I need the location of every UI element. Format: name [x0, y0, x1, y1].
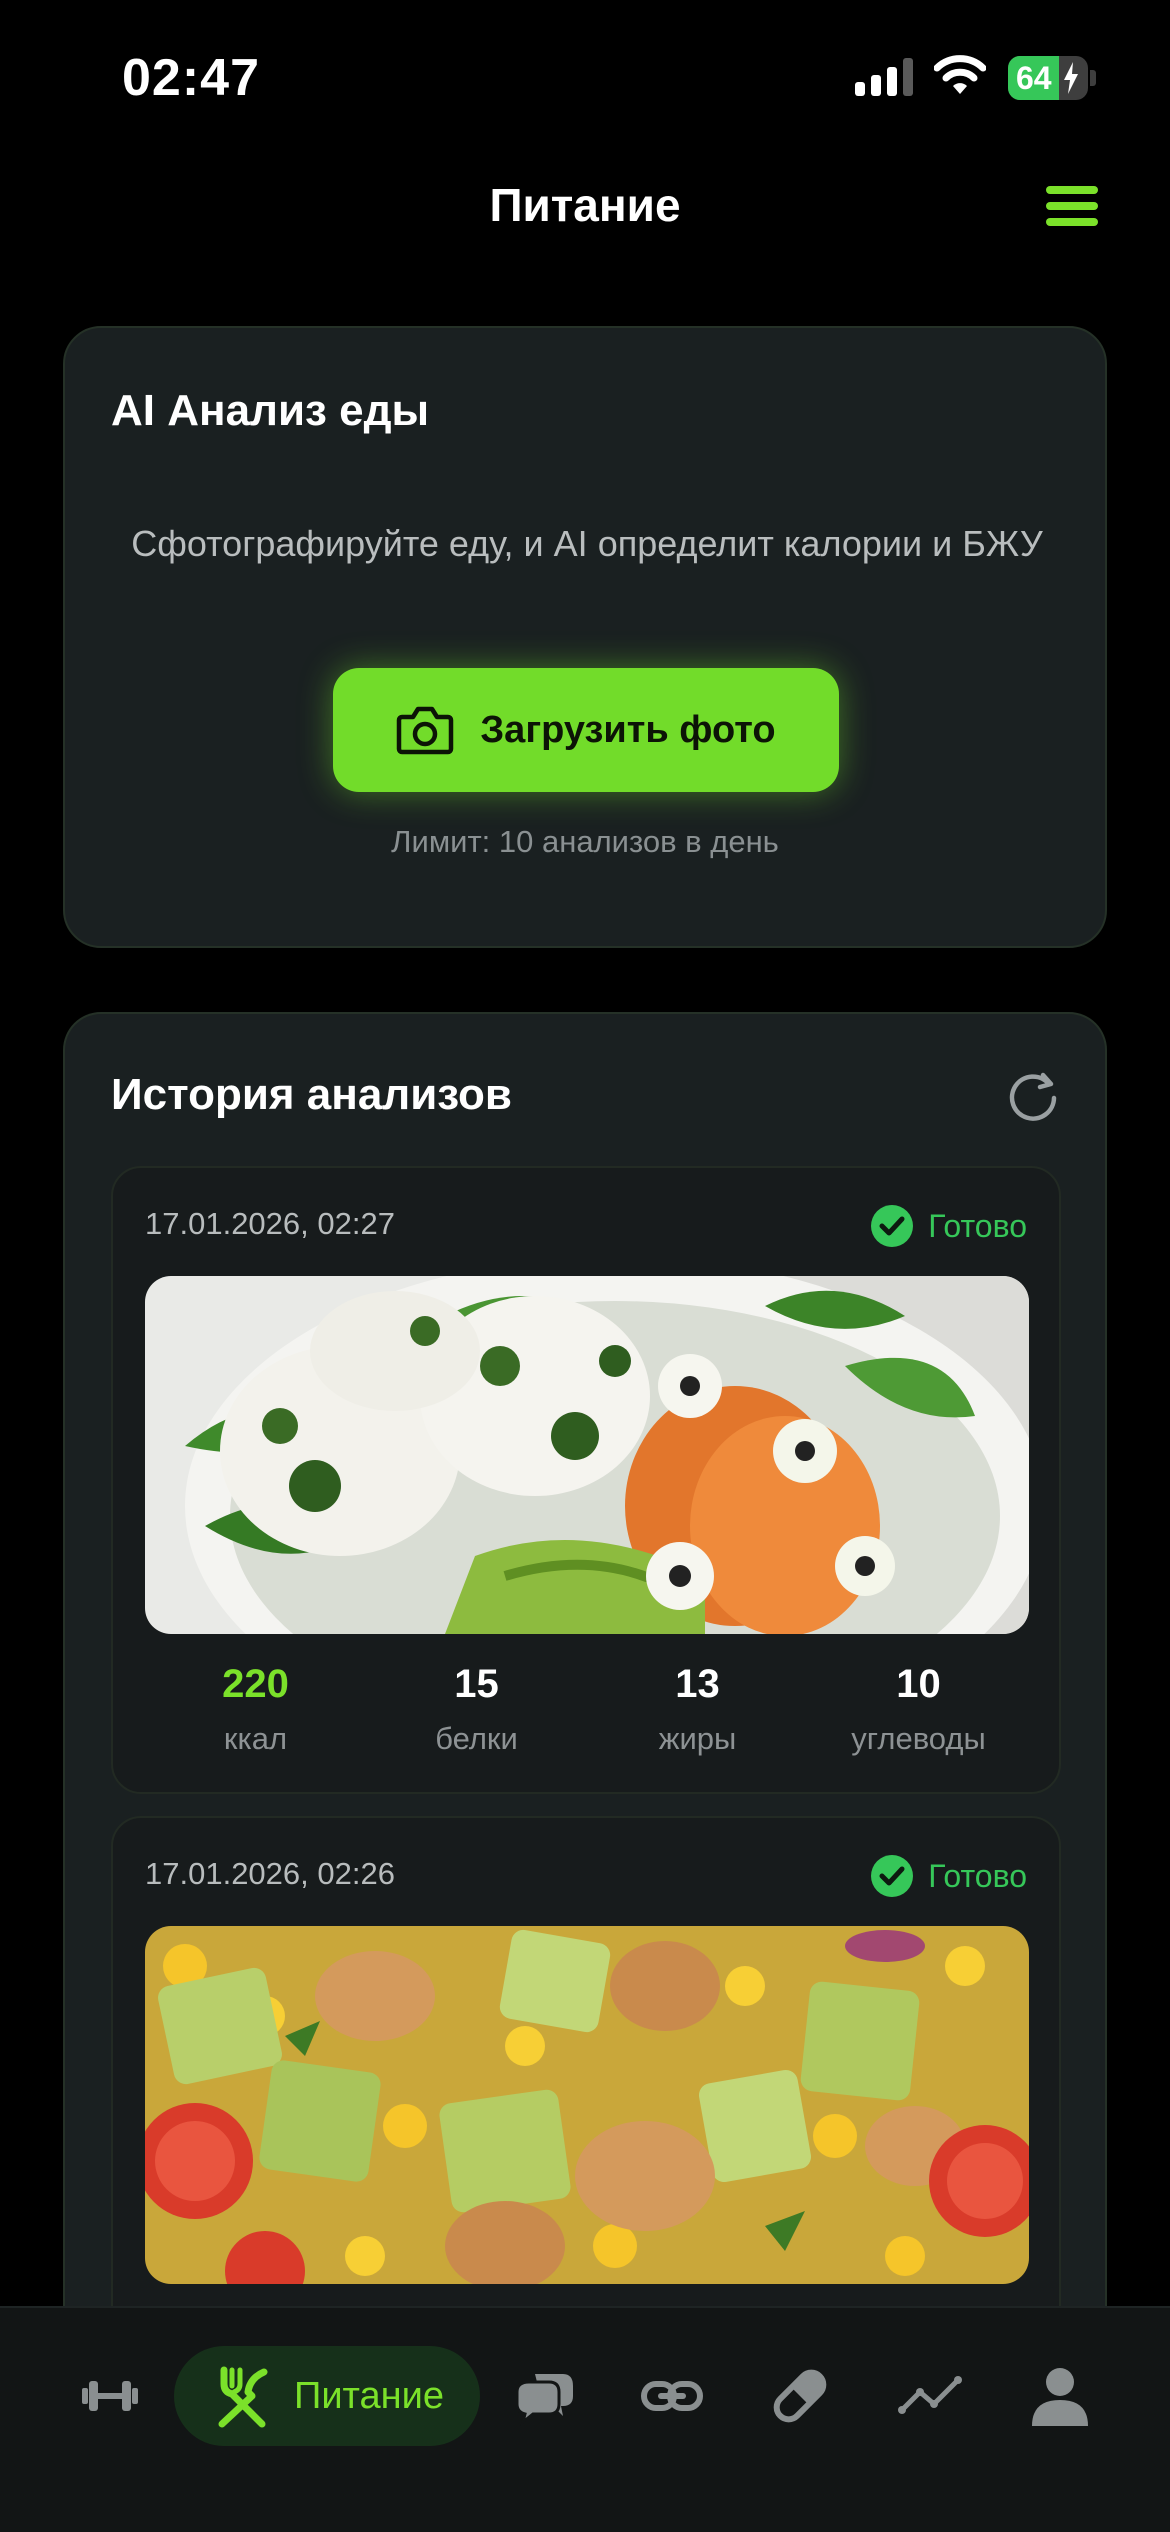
status-badge: Готово	[870, 1854, 1027, 1898]
status-bar: 02:47 64	[0, 0, 1170, 150]
tab-workouts[interactable]	[70, 2346, 150, 2446]
food-photo	[145, 1276, 1029, 1634]
carbs-value: 10	[896, 1662, 941, 1706]
ai-card-title: AI Анализ еды	[111, 386, 430, 435]
charging-bolt-icon	[1064, 62, 1078, 94]
analysis-date: 17.01.2026, 02:27	[145, 1206, 395, 1241]
daily-limit-text: Лимит: 10 анализов в день	[391, 824, 779, 859]
kcal-value: 220	[222, 1662, 289, 1706]
history-card: История анализов 17.01.2026, 02:27 Готов…	[63, 1012, 1107, 2436]
protein-value: 15	[454, 1662, 499, 1706]
check-circle-icon	[871, 1205, 914, 1247]
history-title: История анализов	[111, 1070, 512, 1119]
check-circle-icon	[871, 1855, 914, 1897]
tab-supplements[interactable]	[760, 2346, 840, 2446]
bottom-tab-bar: Питание	[0, 2306, 1170, 2532]
profile-icon	[1032, 2368, 1088, 2426]
hamburger-line	[1046, 218, 1098, 226]
chat-icon	[515, 2374, 573, 2426]
macro-carbs: 10 углеводы	[808, 1662, 1029, 1757]
battery-cap	[1090, 70, 1096, 86]
kcal-label: ккал	[223, 1721, 288, 1756]
macro-kcal: 220 ккал	[145, 1662, 366, 1757]
page-title: Питание	[489, 179, 681, 231]
ai-analysis-card: AI Анализ еды Сфотографируйте еду, и AI …	[63, 326, 1107, 948]
refresh-icon[interactable]	[1005, 1068, 1061, 1124]
link-icon	[641, 2381, 703, 2411]
battery-percent: 64	[1016, 60, 1052, 96]
fat-value: 13	[675, 1662, 720, 1706]
wifi-icon	[934, 55, 986, 94]
tab-progress[interactable]	[890, 2346, 970, 2446]
fat-label: жиры	[658, 1721, 737, 1756]
analysis-date: 17.01.2026, 02:26	[145, 1856, 395, 1891]
status-time: 02:47	[122, 49, 260, 107]
hamburger-icon	[1046, 186, 1098, 194]
food-photo	[145, 1926, 1029, 2284]
macros-row: 220 ккал 15 белки 13 жиры 10 углеводы	[145, 1662, 1029, 1757]
status-badge: Готово	[870, 1204, 1027, 1248]
pill-icon	[773, 2369, 827, 2423]
tab-nutrition[interactable]: Питание	[174, 2346, 480, 2446]
tab-chat[interactable]	[505, 2346, 585, 2446]
nutrition-screen: 02:47 64 Питание AI Анализ еды Сфотограф…	[0, 0, 1170, 2532]
status-label: Готово	[928, 1857, 1027, 1894]
tab-links[interactable]	[632, 2346, 712, 2446]
dumbbell-icon	[82, 2381, 138, 2411]
tab-profile[interactable]	[1020, 2346, 1100, 2446]
battery-icon: 64	[1008, 56, 1088, 100]
protein-label: белки	[435, 1721, 518, 1756]
status-label: Готово	[928, 1207, 1027, 1244]
upload-photo-button[interactable]: Загрузить фото	[333, 668, 839, 792]
carbs-label: углеводы	[851, 1721, 986, 1756]
macro-fat: 13 жиры	[587, 1662, 808, 1757]
camera-icon	[397, 706, 454, 755]
hamburger-line	[1046, 202, 1098, 210]
menu-button[interactable]	[1046, 186, 1098, 226]
chart-icon	[898, 2376, 962, 2414]
ai-card-description: Сфотографируйте еду, и AI определит кало…	[131, 523, 1043, 564]
analysis-item[interactable]: 17.01.2026, 02:27 Готово 220 ккал 15 бел…	[111, 1166, 1061, 1794]
upload-photo-label: Загрузить фото	[480, 708, 776, 751]
cellular-signal-icon	[855, 58, 913, 96]
fork-knife-icon	[218, 2366, 268, 2428]
tab-nutrition-label: Питание	[294, 2374, 444, 2417]
macro-protein: 15 белки	[366, 1662, 587, 1757]
